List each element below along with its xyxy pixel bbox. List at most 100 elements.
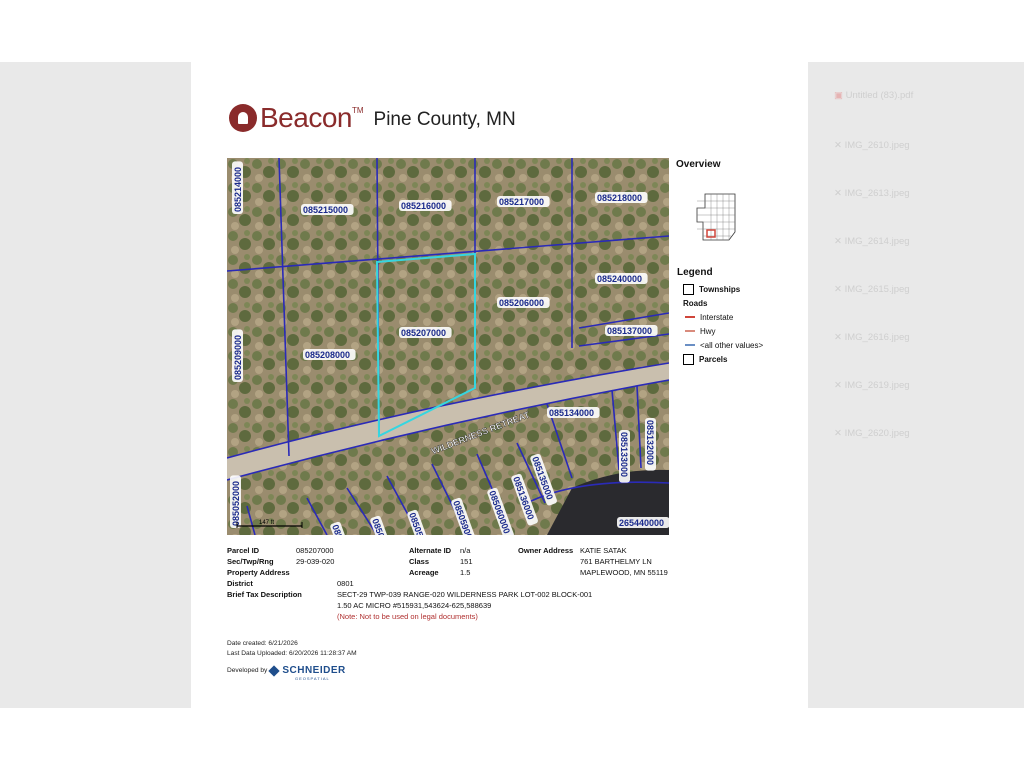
label-property-address: Property Address xyxy=(227,568,290,577)
schneider-wordmark: SCHNEIDER xyxy=(282,665,346,676)
map-svg: 085214000 085215000 085216000 085217000 0852… xyxy=(227,158,669,535)
label-parcel-id: Parcel ID xyxy=(227,546,260,555)
image-icon: ✕ xyxy=(834,140,842,151)
sidebar-file-name: IMG_2610.jpeg xyxy=(844,140,910,151)
trademark: TM xyxy=(351,106,364,115)
overview-title: Overview xyxy=(676,159,721,170)
other-swatch xyxy=(685,344,695,346)
legend-label: Parcels xyxy=(699,354,728,364)
label-acreage: Acreage xyxy=(409,568,439,577)
parcel-label-085214000: 085214000 xyxy=(233,167,243,212)
map-legend: Legend Townships Roads Interstate Hwy <a… xyxy=(677,267,763,366)
parcel-label-085206000: 085206000 xyxy=(499,298,544,308)
parcel-label-085132000: 085132000 xyxy=(645,420,655,465)
sidebar-file-name: IMG_2614.jpeg xyxy=(844,236,910,247)
legend-title: Legend xyxy=(677,267,713,278)
value-district: 0801 xyxy=(337,579,354,588)
sidebar-file-item[interactable]: ✕ IMG_2619.jpeg xyxy=(834,380,910,391)
sidebar-file-item[interactable]: ✕ IMG_2610.jpeg xyxy=(834,140,910,151)
image-icon: ✕ xyxy=(834,236,842,247)
image-icon: ✕ xyxy=(834,332,842,343)
pdf-icon: ▣ xyxy=(834,90,843,101)
parcel-label-085137000: 085137000 xyxy=(607,326,652,336)
image-icon: ✕ xyxy=(834,284,842,295)
sidebar-file-name: IMG_2615.jpeg xyxy=(844,284,910,295)
interstate-swatch xyxy=(685,316,695,318)
value-owner-city: MAPLEWOOD, MN 55119 xyxy=(580,568,668,577)
parcel-label-085208000: 085208000 xyxy=(305,350,350,360)
sidebar-file-name: Untitled (83).pdf xyxy=(845,90,914,101)
value-parcel-id: 085207000 xyxy=(296,546,334,555)
value-owner-name: KATIE SATAK xyxy=(580,546,627,555)
legend-label: Hwy xyxy=(700,326,716,336)
parcel-label-085207000: 085207000 xyxy=(401,328,446,338)
value-owner-street: 761 BARTHELMY LN xyxy=(580,557,652,566)
parcel-label-085216000: 085216000 xyxy=(401,201,446,211)
sidebar-file-name: IMG_2619.jpeg xyxy=(844,380,910,391)
sidebar-file-item[interactable]: ✕ IMG_2614.jpeg xyxy=(834,236,910,247)
schneider-logo-icon xyxy=(268,664,280,677)
legend-label: Roads xyxy=(683,298,708,308)
image-icon: ✕ xyxy=(834,188,842,199)
value-sec: 29-039-020 xyxy=(296,557,335,566)
parcel-swatch xyxy=(683,353,694,365)
county-title: Pine County, MN xyxy=(373,109,516,130)
report-meta: Date created: 6/21/2026 Last Data Upload… xyxy=(227,639,357,659)
label-brief-tax: Brief Tax Description xyxy=(227,590,302,599)
value-brief-tax-1: SECT-29 TWP-039 RANGE-020 WILDERNESS PAR… xyxy=(337,590,593,599)
parcel-label-085217000: 085217000 xyxy=(499,197,544,207)
date-created: Date created: 6/21/2026 xyxy=(227,640,298,647)
parcel-label-265440000: 265440000 xyxy=(619,518,664,528)
value-brief-tax-2: 1.50 AC MICRO #515931,543624-625,588639 xyxy=(337,601,492,610)
parcel-label-085240000: 085240000 xyxy=(597,274,642,284)
lighthouse-icon xyxy=(229,104,257,132)
sidebar-file-item[interactable]: ✕ IMG_2620.jpeg xyxy=(834,428,910,439)
schneider-subtitle: GEOSPATIAL xyxy=(295,676,330,681)
beacon-logo: Beacon TM Pine County, MN xyxy=(229,100,516,136)
file-sidebar: ▣ Untitled (83).pdf ✕ IMG_2610.jpeg ✕ IM… xyxy=(818,62,1024,492)
overview-map xyxy=(696,193,736,241)
sidebar-file-item[interactable]: ✕ IMG_2616.jpeg xyxy=(834,332,910,343)
sidebar-file-item[interactable]: ▣ Untitled (83).pdf xyxy=(834,90,913,101)
parcel-label-085052000: 085052000 xyxy=(231,481,241,526)
hwy-swatch xyxy=(685,330,695,332)
developed-by-label: Developed by xyxy=(227,667,268,674)
developer-credit: Developed by SCHNEIDER GEOSPATIAL xyxy=(227,664,346,681)
township-swatch xyxy=(683,283,694,295)
legend-parcels: Parcels xyxy=(677,352,763,366)
legend-hwy: Hwy xyxy=(677,324,763,338)
legal-note: (Note: Not to be used on legal documents… xyxy=(337,612,478,621)
sidebar-file-name: IMG_2613.jpeg xyxy=(844,188,910,199)
value-acreage: 1.5 xyxy=(460,568,471,577)
parcel-map[interactable]: 085214000 085215000 085216000 085217000 0852… xyxy=(227,158,669,535)
document-page: Beacon TM Pine County, MN 085214000 0852… xyxy=(191,62,808,708)
legend-townships: Townships xyxy=(677,282,763,296)
legend-roads: Roads xyxy=(677,296,763,310)
legend-label: <all other values> xyxy=(700,340,764,350)
legend-other: <all other values> xyxy=(677,338,763,352)
sidebar-file-item[interactable]: ✕ IMG_2615.jpeg xyxy=(834,284,910,295)
image-icon: ✕ xyxy=(834,380,842,391)
label-owner-address: Owner Address xyxy=(518,546,574,555)
last-upload: Last Data Uploaded: 6/20/2026 11:28:37 A… xyxy=(227,650,357,657)
value-alternate-id: n/a xyxy=(460,546,471,555)
parcel-label-085133000: 085133000 xyxy=(619,432,629,477)
parcel-label-085134000: 085134000 xyxy=(549,408,594,418)
legend-label: Interstate xyxy=(700,312,734,322)
sidebar-file-item[interactable]: ✕ IMG_2613.jpeg xyxy=(834,188,910,199)
legend-interstate: Interstate xyxy=(677,310,763,324)
legend-label: Townships xyxy=(699,284,741,294)
parcel-label-085209000: 085209000 xyxy=(233,335,243,380)
sidebar-file-name: IMG_2616.jpeg xyxy=(844,332,910,343)
label-sec: Sec/Twp/Rng xyxy=(227,557,274,566)
label-alternate-id: Alternate ID xyxy=(409,546,452,555)
sidebar-file-name: IMG_2620.jpeg xyxy=(844,428,910,439)
parcel-label-085215000: 085215000 xyxy=(303,205,348,215)
value-class: 151 xyxy=(460,557,473,566)
label-district: District xyxy=(227,579,253,588)
label-class: Class xyxy=(409,557,430,566)
parcel-label-085218000: 085218000 xyxy=(597,193,642,203)
scale-label: 147 ft xyxy=(259,520,274,526)
brand-name: Beacon xyxy=(260,102,352,133)
image-icon: ✕ xyxy=(834,428,842,439)
